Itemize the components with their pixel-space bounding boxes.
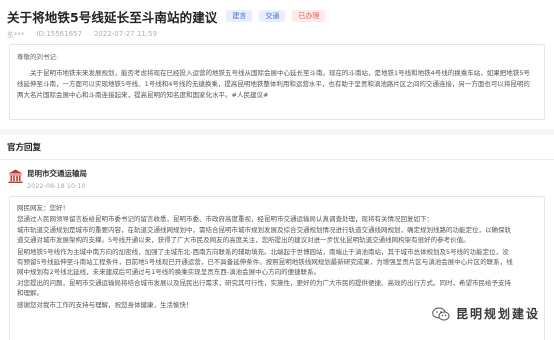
reply-line: 您通过人民网领导留言板给昆明市委书记的留言收悉，昆明市委、市政府高度重视，经昆明… bbox=[17, 215, 433, 223]
watermark-text: 昆明规划建设 bbox=[455, 307, 540, 321]
reply-line: 有预留5号线延伸至斗南站工程条件，目前地5号线现已开通运营，已不具备延伸条件。按… bbox=[17, 257, 513, 266]
wechat-icon bbox=[432, 307, 450, 320]
reply-line: 对您提出的问题，昆明市交通运输局将结合城市发展以及昆民出行需求，研究其可行性，实… bbox=[17, 279, 511, 288]
letter-greeting: 尊敬的刘书记: bbox=[17, 53, 59, 61]
title-row: 关于将地铁5号线延长至斗南站的建议 建言 交通 已办理 bbox=[7, 8, 326, 25]
author-name: 东*** bbox=[7, 31, 25, 39]
reply-org-name[interactable]: 昆明市交通运输局 bbox=[27, 168, 87, 179]
account-watermark: 昆明规划建设 bbox=[427, 303, 544, 324]
reply-line: 道交通对城市发展架构的支撑。5号线开通以来，获得了广大市民及网友的高度关注，您所… bbox=[17, 236, 470, 245]
letter-content: 尊敬的刘书记: 关于昆明市地铁未来发展规划，能否考虑将现在已经投入运营的地铁五号… bbox=[9, 44, 545, 120]
reply-greeting: 网民网友：您好！ bbox=[17, 204, 69, 212]
reply-header: 昆明市交通运输局 2022-08-18 10:10 bbox=[7, 168, 547, 196]
post-datetime: 2022-07-27 11:59 bbox=[93, 30, 158, 38]
government-building-icon bbox=[7, 168, 24, 185]
letter-body: 关于昆明市地铁未来发展规划，能否考虑将现在已经投入运营的地铁五号线从国际会展中心… bbox=[17, 69, 530, 99]
reply-line: 昆明地铁5号线作为主城中南方向的加密线，加强了主城东北-西南方向联系的辅助填充。… bbox=[17, 247, 509, 256]
post-meta: 东*** ID:15561657 2022-07-27 11:59 bbox=[7, 30, 157, 40]
section-line bbox=[0, 159, 554, 160]
reply-section-title: 官方回复 bbox=[7, 143, 42, 153]
section-divider bbox=[0, 129, 554, 135]
tag-suggestion[interactable]: 建言 bbox=[226, 10, 253, 22]
reply-line: 城市轨道交通规划是城市的重要内容，在轨道交通线网规划中，需结合昆明市城市规划发展… bbox=[17, 226, 511, 235]
page-title: 关于将地铁5号线延长至斗南站的建议 bbox=[7, 9, 218, 25]
reply-line: 和理解。 bbox=[17, 289, 43, 298]
status-badge: 已办理 bbox=[292, 10, 326, 22]
reply-time: 2022-08-18 10:10 bbox=[27, 182, 86, 190]
tag-traffic[interactable]: 交通 bbox=[259, 10, 286, 22]
reply-line: 网中规划有2号线北延线，未来建成后可通过与1号线的换乘实现呈贡东西-滇池会展中心… bbox=[17, 268, 321, 277]
complaint-header: 关于将地铁5号线延长至斗南站的建议 建言 交通 已办理 东*** ID:1556… bbox=[0, 0, 554, 128]
post-id: ID:15561657 bbox=[36, 30, 82, 38]
